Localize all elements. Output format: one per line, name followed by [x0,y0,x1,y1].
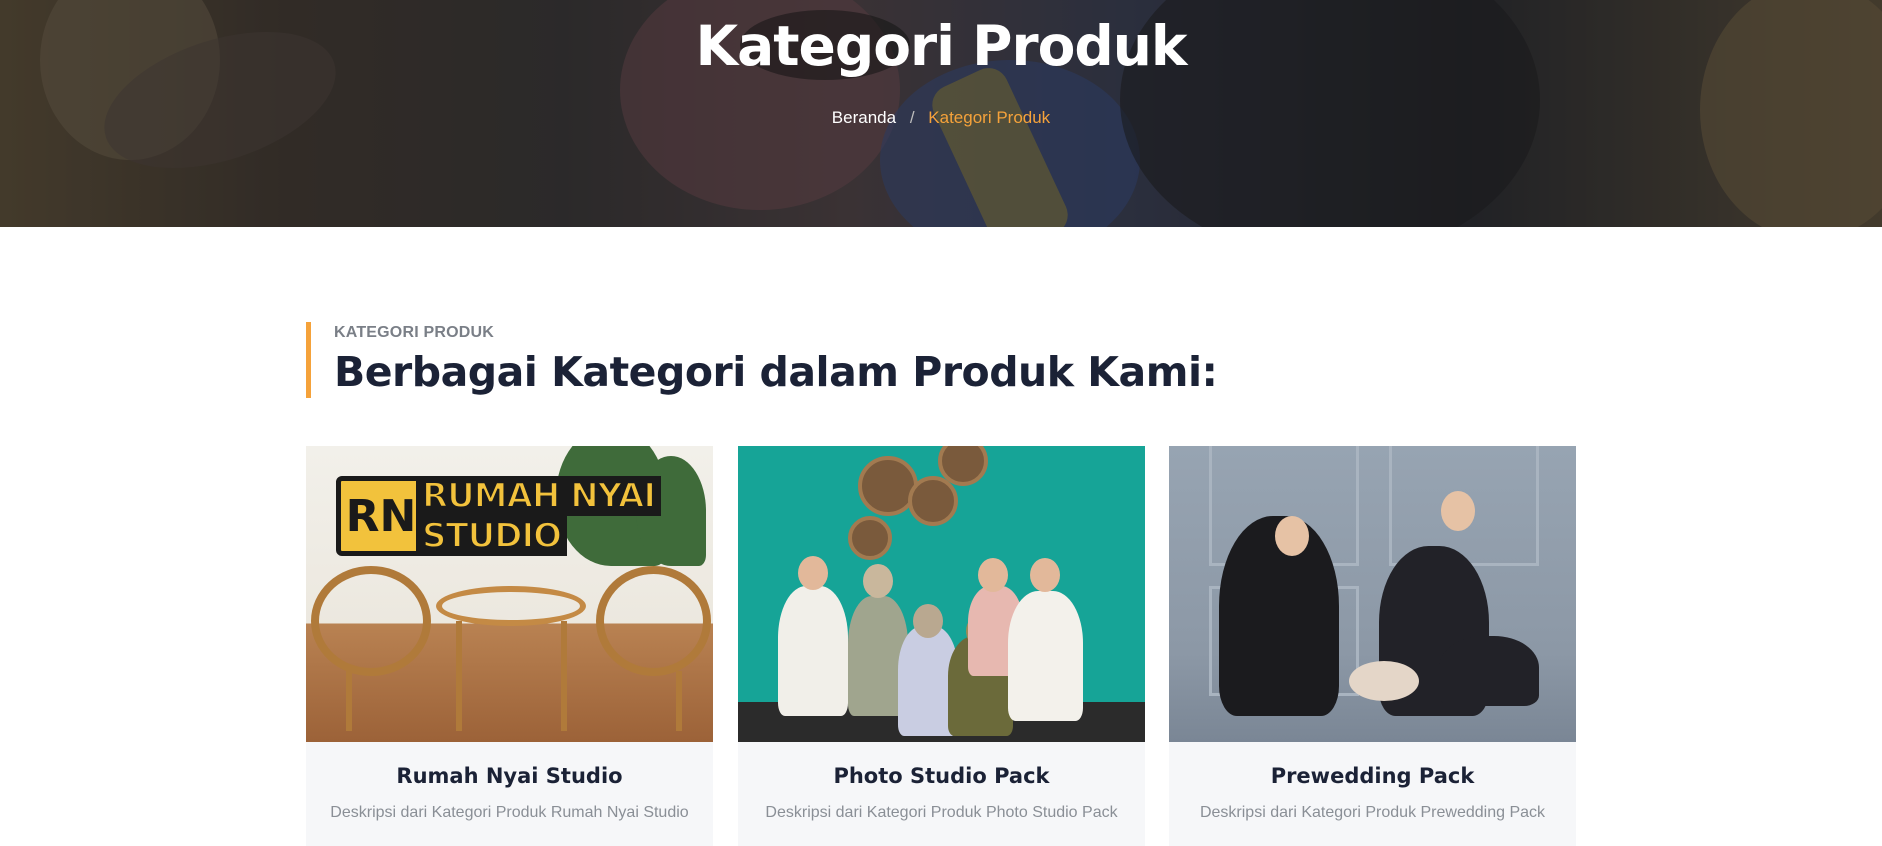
person-head [913,604,943,638]
person-head [1030,558,1060,592]
section-subtitle: KATEGORI PRODUK [334,324,495,341]
card-description: Deskripsi dari Kategori Produk Preweddin… [1199,804,1546,821]
logo-mark: RN [336,476,426,556]
card-title[interactable]: Rumah Nyai Studio [306,764,713,788]
logo-text-line1: RUMAH NYAI [416,475,662,517]
category-card-photo-studio-pack[interactable]: Photo Studio Pack Deskripsi dari Kategor… [738,446,1145,846]
card-description: Deskripsi dari Kategori Produk Rumah Nya… [330,804,689,821]
card-title[interactable]: Photo Studio Pack [738,764,1145,788]
chair-leg [346,671,352,731]
studio-logo: RN RUMAH NYAI STUDIO [336,475,684,557]
person-head [798,556,828,590]
person-head [863,564,893,598]
table-leg [456,621,462,731]
category-image[interactable] [738,446,1145,742]
person-figure [1008,591,1083,721]
breadcrumb: Beranda / Kategori Produk [0,108,1882,128]
groom-legs [1439,636,1539,706]
wall-decor [848,516,892,560]
breadcrumb-home-link[interactable]: Beranda [832,108,896,127]
breadcrumb-separator: / [909,108,915,127]
chair-leg [676,671,682,731]
category-card-prewedding-pack[interactable]: Prewedding Pack Deskripsi dari Kategori … [1169,446,1576,846]
card-title[interactable]: Prewedding Pack [1169,764,1576,788]
breadcrumb-current: Kategori Produk [928,108,1051,127]
category-card-rumah-nyai-studio[interactable]: RN RUMAH NYAI STUDIO Rumah Nyai Studio D… [306,446,713,846]
rattan-chair [311,566,431,676]
rattan-table [436,586,586,626]
bouquet [1349,661,1419,701]
section-title: Berbagai Kategori dalam Produk Kami: [334,348,1218,396]
section-heading: KATEGORI PRODUK Berbagai Kategori dalam … [306,322,1218,398]
bride-face [1275,516,1309,556]
rattan-chair [596,566,711,676]
hero-banner: Kategori Produk Beranda / Kategori Produ… [0,0,1882,227]
person-head [978,558,1008,592]
card-description: Deskripsi dari Kategori Produk Photo Stu… [765,804,1118,821]
groom-face [1441,491,1475,531]
logo-text-line2: STUDIO [416,515,568,557]
wall-decor [908,476,958,526]
person-figure [778,586,848,716]
page-title: Kategori Produk [695,14,1188,78]
category-image[interactable] [1169,446,1576,742]
table-leg [561,621,567,731]
category-image[interactable]: RN RUMAH NYAI STUDIO [306,446,713,742]
